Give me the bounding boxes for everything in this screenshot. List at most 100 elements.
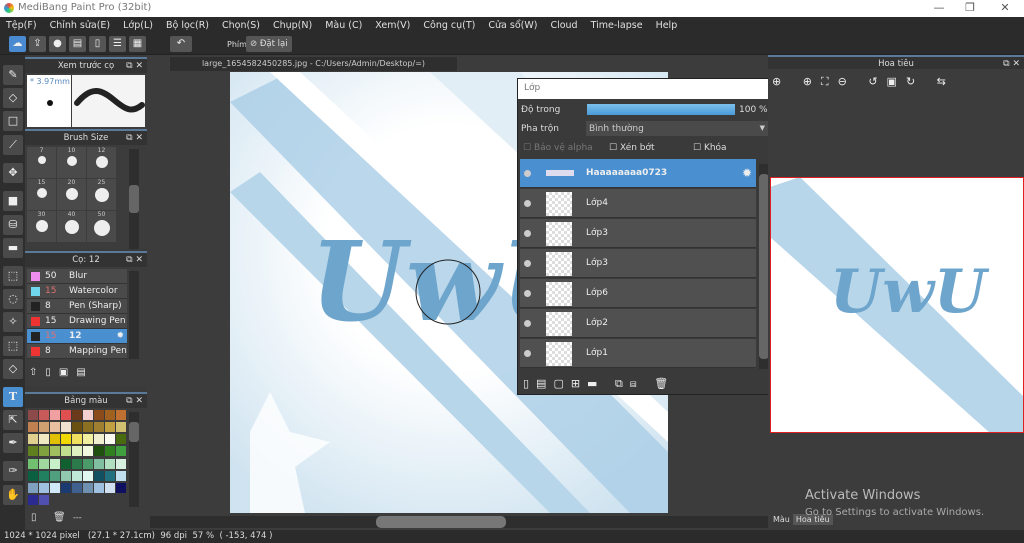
panel-float-close-icon[interactable]: ⧉ ✕ [126,131,143,145]
visibility-icon[interactable] [524,320,531,327]
select-eraser-tool-icon[interactable]: ◇ [3,359,23,379]
menu-item[interactable]: Công cụ(T) [423,20,475,31]
hand-tool-icon[interactable]: ✋ [3,485,23,505]
palette-swatch[interactable] [94,470,104,481]
select-tool-icon[interactable]: ⬚ [3,266,23,286]
palette-swatch[interactable] [105,446,115,457]
move-tool-icon[interactable]: ✥ [3,163,23,183]
palette-swatch[interactable] [116,482,126,493]
palette-swatch[interactable] [72,482,82,493]
tab-color[interactable]: Màu [770,514,793,525]
palette-swatch[interactable] [28,482,38,493]
layer-row[interactable]: Lớp3 [520,219,756,248]
palette-swatch[interactable] [28,446,38,457]
palette-swatch[interactable] [105,410,115,420]
eyedropper-tool-icon[interactable]: ✒ [3,433,23,453]
palette-swatch[interactable] [50,422,60,433]
text-tool-icon[interactable]: T [3,387,23,407]
menu-item[interactable]: Time-lapse [591,20,643,31]
visibility-icon[interactable] [524,230,531,237]
palette-swatch[interactable] [94,434,104,445]
menu-item[interactable]: Chụp(N) [273,20,312,31]
brush-size-option[interactable]: 10 [57,147,86,178]
maximize-button[interactable]: ❐ [955,1,985,14]
gear-icon[interactable]: ✹ [742,166,752,180]
menu-item[interactable]: Cửa sổ(W) [488,20,537,31]
navigator-toolbar[interactable]: ⊕ ⊕⛶⊖ ↺▣↻ ⇆ [772,75,955,89]
palette-swatch[interactable] [72,434,82,445]
palette-swatch[interactable] [83,410,93,420]
palette-scrollbar[interactable] [129,412,139,507]
brush-list-actions[interactable]: ⇧▯▣▤ [29,367,94,378]
layer-actions[interactable]: ▯▤▢⊞▬ ⧉⧈ 🗑 [523,377,675,391]
operation-tool-icon[interactable]: ⇱ [3,410,23,430]
list-settings-icon[interactable]: ☰ [109,36,126,52]
comment-icon[interactable]: ● [49,36,66,52]
palette-swatch[interactable] [83,470,93,481]
document-icon[interactable]: ▯ [89,36,106,52]
palette-swatch[interactable] [39,470,49,481]
palette-swatch[interactable] [28,410,38,420]
palette-swatch[interactable] [116,458,126,469]
brush-item[interactable]: 8 Mapping Pen [27,344,127,359]
palette-swatch[interactable] [116,446,126,457]
palette-swatch[interactable] [72,422,82,433]
brush-size-option[interactable]: 12 [87,147,116,178]
palette-swatch[interactable] [39,434,49,445]
palette-swatch[interactable] [105,482,115,493]
palette-swatch[interactable] [39,482,49,493]
palette-swatch[interactable] [72,410,82,420]
lock-checkbox[interactable]: ☐ Khóa [693,143,727,153]
palette-swatch[interactable] [116,434,126,445]
palette-swatch[interactable] [94,446,104,457]
navigator-preview[interactable]: UwU [770,177,1024,433]
panel-float-close-icon[interactable]: ⧉ ✕ [1003,57,1020,71]
layer-row[interactable]: Lớp1 [520,339,756,368]
palette-swatch[interactable] [83,446,93,457]
brush-item[interactable]: 15Drawing Pen 2 [27,314,127,341]
palette-swatch[interactable] [105,434,115,445]
brush-size-option[interactable]: 50 [87,211,116,242]
palette-swatch[interactable] [28,494,38,505]
palette-swatch[interactable] [39,446,49,457]
layer-row[interactable]: Lớp2 [520,309,756,338]
dropper-tool-icon[interactable]: ✑ [3,461,23,481]
brush-list-scrollbar[interactable] [129,271,139,359]
share-icon[interactable]: ⇪ [29,36,46,52]
menu-item[interactable]: Bộ lọc(R) [166,20,209,31]
palette-swatch[interactable] [94,458,104,469]
palette-swatch[interactable] [116,410,126,420]
menu-item[interactable]: Lớp(L) [123,20,153,31]
palette-swatch[interactable] [72,458,82,469]
palette-swatch[interactable] [61,482,71,493]
palette-swatch[interactable] [116,422,126,433]
lasso-tool-icon[interactable]: ◌ [3,289,23,309]
menu-item[interactable]: Chỉnh sửa(E) [50,20,111,31]
palette-swatch[interactable] [116,470,126,481]
palette-swatch[interactable] [61,470,71,481]
palette-swatch[interactable] [50,410,60,420]
new-palette-icon[interactable]: ▯ [31,512,37,523]
gear-icon[interactable]: ✹ [116,329,124,344]
palette-swatch[interactable] [39,422,49,433]
palette-swatch[interactable] [72,446,82,457]
menu-item[interactable]: Chọn(S) [222,20,260,31]
eraser-tool-icon[interactable]: ◇ [3,88,23,108]
palette-swatch[interactable] [61,434,71,445]
layer-row[interactable]: Haaaaaaaa0723 ✹ [520,159,756,188]
palette-swatch[interactable] [83,422,93,433]
brush-size-option[interactable]: 30 [27,211,56,242]
panel-float-close-icon[interactable]: ⧉ ✕ [126,394,143,408]
visibility-icon[interactable] [524,200,531,207]
layer-row[interactable]: Lớp3 [520,249,756,278]
palette-swatch[interactable] [28,470,38,481]
visibility-icon[interactable] [524,260,531,267]
brush-item[interactable]: 15 Watercolor [27,284,127,299]
visibility-icon[interactable] [524,350,531,357]
palette-swatch[interactable] [50,470,60,481]
palette-swatch[interactable] [61,458,71,469]
palette-swatch[interactable] [50,482,60,493]
palette-swatch[interactable] [39,458,49,469]
palette-swatch[interactable] [83,482,93,493]
reset-button[interactable]: ⊘ Đặt lại [246,36,292,52]
